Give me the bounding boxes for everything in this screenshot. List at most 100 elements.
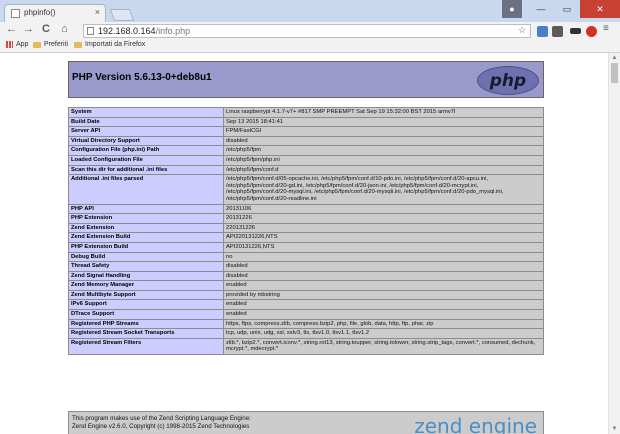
- close-window-icon[interactable]: ✕: [580, 0, 620, 18]
- folder-icon: [33, 41, 41, 48]
- row-label: DTrace Support: [68, 309, 224, 320]
- window-controls: ● — ▭ ✕: [502, 0, 620, 18]
- home-icon[interactable]: ⌂: [61, 23, 68, 35]
- row-value: provided by mbstring: [223, 289, 544, 301]
- row-value: https, ftps, compress.zlib, compress.bzi…: [223, 318, 544, 330]
- zend-engine-box: This program makes use of the Zend Scrip…: [68, 411, 544, 434]
- back-icon[interactable]: ←: [6, 23, 17, 35]
- table-row: DTrace Support enabled: [68, 309, 544, 320]
- url-text: 192.168.0.164/info.php: [98, 26, 190, 36]
- address-bar[interactable]: 192.168.0.164/info.php ☆: [83, 24, 531, 38]
- row-value: no: [223, 251, 544, 263]
- row-label: Virtual Directory Support: [68, 135, 224, 147]
- row-label: Zend Multibyte Support: [68, 289, 224, 301]
- table-row: PHP Extension Build API20131226,NTS: [68, 241, 544, 253]
- row-value: disabled: [223, 270, 544, 282]
- glasses-icon[interactable]: [570, 28, 581, 34]
- row-value: enabled: [223, 280, 544, 291]
- extension-icon[interactable]: [552, 26, 563, 37]
- row-label: Build Date: [68, 116, 224, 128]
- bookmark-apps[interactable]: App: [6, 41, 28, 48]
- table-row: PHP Extension 20131226: [68, 213, 544, 224]
- row-label: Loaded Configuration File: [68, 154, 224, 166]
- new-tab-button[interactable]: [109, 9, 135, 21]
- row-label: PHP Extension: [68, 213, 224, 224]
- row-label: Server API: [68, 126, 224, 137]
- row-value: /etc/php5/fpm: [223, 145, 544, 156]
- bookmark-label: App: [16, 41, 29, 48]
- folder-icon: [74, 41, 82, 48]
- tab-title: phpinfo(): [24, 8, 56, 17]
- table-row: Thread Safety disabled: [68, 261, 544, 272]
- page-icon: [11, 9, 20, 18]
- table-row: Zend Extension Build API220131226,NTS: [68, 232, 544, 243]
- user-icon[interactable]: ●: [502, 0, 522, 18]
- minimize-icon[interactable]: —: [528, 0, 554, 18]
- tab-close-icon[interactable]: ×: [95, 7, 100, 17]
- browser-toolbar: ← → C ⌂ 192.168.0.164/info.php ☆ ≡: [0, 22, 620, 40]
- table-row: IPv6 Support enabled: [68, 299, 544, 311]
- vertical-scrollbar[interactable]: ▲ ▼: [608, 53, 620, 434]
- row-label: Zend Extension: [68, 222, 224, 234]
- row-value: FPM/FastCGI: [223, 126, 544, 137]
- reload-icon[interactable]: C: [42, 23, 50, 35]
- table-row: PHP API 20131106: [68, 203, 544, 215]
- star-icon[interactable]: ☆: [518, 25, 526, 36]
- row-value: tcp, udp, unix, udg, ssl, sslv3, tls, tl…: [223, 328, 544, 339]
- row-label: Registered Stream Filters: [68, 337, 224, 356]
- row-value: enabled: [223, 299, 544, 311]
- bookmark-label: Preferiti: [44, 41, 69, 48]
- scrollbar-thumb[interactable]: [611, 63, 618, 83]
- url-path: /info.php: [155, 26, 191, 36]
- url-host: 192.168.0.164: [98, 26, 156, 36]
- table-row: Server API FPM/FastCGI: [68, 126, 544, 137]
- forward-icon[interactable]: →: [23, 23, 34, 35]
- row-label: Thread Safety: [68, 261, 224, 272]
- row-label: PHP API: [68, 203, 224, 215]
- maximize-icon[interactable]: ▭: [554, 0, 580, 18]
- row-label: Debug Build: [68, 251, 224, 263]
- row-value: disabled: [223, 135, 544, 147]
- extension-icon[interactable]: [537, 26, 548, 37]
- info-table: System Linux raspberrypi 4.1.7-v7+ #817 S…: [68, 107, 544, 356]
- bookmarks-bar: App Preferiti Importati da Firefox: [0, 40, 620, 53]
- table-row: Configuration File (php.ini) Path/etc/ph…: [68, 145, 544, 156]
- table-row: Scan this dir for additional .ini files /…: [68, 164, 544, 176]
- scroll-down-icon[interactable]: ▼: [609, 424, 620, 434]
- row-value: 20131106: [223, 203, 544, 215]
- table-row: Virtual Directory Support disabled: [68, 135, 544, 147]
- row-label: Registered PHP Streams: [68, 318, 224, 330]
- row-value: enabled: [223, 309, 544, 320]
- row-value: zlib.*, bzip2.*, convert.iconv.*, string…: [223, 337, 544, 356]
- table-row: System Linux raspberrypi 4.1.7-v7+ #817 S…: [68, 107, 544, 118]
- row-label: Additional .ini files parsed: [68, 174, 224, 205]
- table-row: Zend Multibyte Support provided by mbstri…: [68, 289, 544, 301]
- row-value: Sep 13 2015 18:41:41: [223, 116, 544, 128]
- row-value: 20131226: [223, 213, 544, 224]
- row-label: System: [68, 107, 224, 118]
- php-logo: php: [477, 66, 539, 95]
- page-info-icon[interactable]: [87, 27, 94, 35]
- table-row: Zend Signal Handling disabled: [68, 270, 544, 282]
- row-label: Scan this dir for additional .ini files: [68, 164, 224, 176]
- php-version-header: PHP Version 5.6.13-0+deb8u1 php: [68, 61, 544, 98]
- row-value: disabled: [223, 261, 544, 272]
- info-table-body: System Linux raspberrypi 4.1.7-v7+ #817 S…: [68, 107, 544, 356]
- bookmark-label: Importati da Firefox: [85, 41, 146, 48]
- bookmark-importati[interactable]: Importati da Firefox: [74, 41, 145, 48]
- table-row: Additional .ini files parsed/etc/php5/fp…: [68, 174, 544, 205]
- scroll-up-icon[interactable]: ▲: [609, 53, 620, 63]
- row-value: /etc/php5/fpm/conf.d/05-opcache.ini, /et…: [223, 174, 544, 205]
- row-value: /etc/php5/fpm/conf.d: [223, 164, 544, 176]
- table-row: Zend Extension 220131226: [68, 222, 544, 234]
- zend-logo: zend engine: [414, 414, 537, 434]
- page-viewport: PHP Version 5.6.13-0+deb8u1 php System Li…: [0, 53, 608, 434]
- row-label: PHP Extension Build: [68, 241, 224, 253]
- menu-icon[interactable]: ≡: [603, 23, 614, 34]
- bookmark-preferiti[interactable]: Preferiti: [33, 41, 68, 48]
- table-row: Debug Build no: [68, 251, 544, 263]
- browser-tab[interactable]: phpinfo() ×: [4, 4, 106, 22]
- opera-icon[interactable]: [586, 26, 597, 37]
- table-row: Build Date Sep 13 2015 18:41:41: [68, 116, 544, 128]
- zend-text-line: Zend Engine v2.6.0, Copyright (c) 1998-2…: [72, 423, 250, 430]
